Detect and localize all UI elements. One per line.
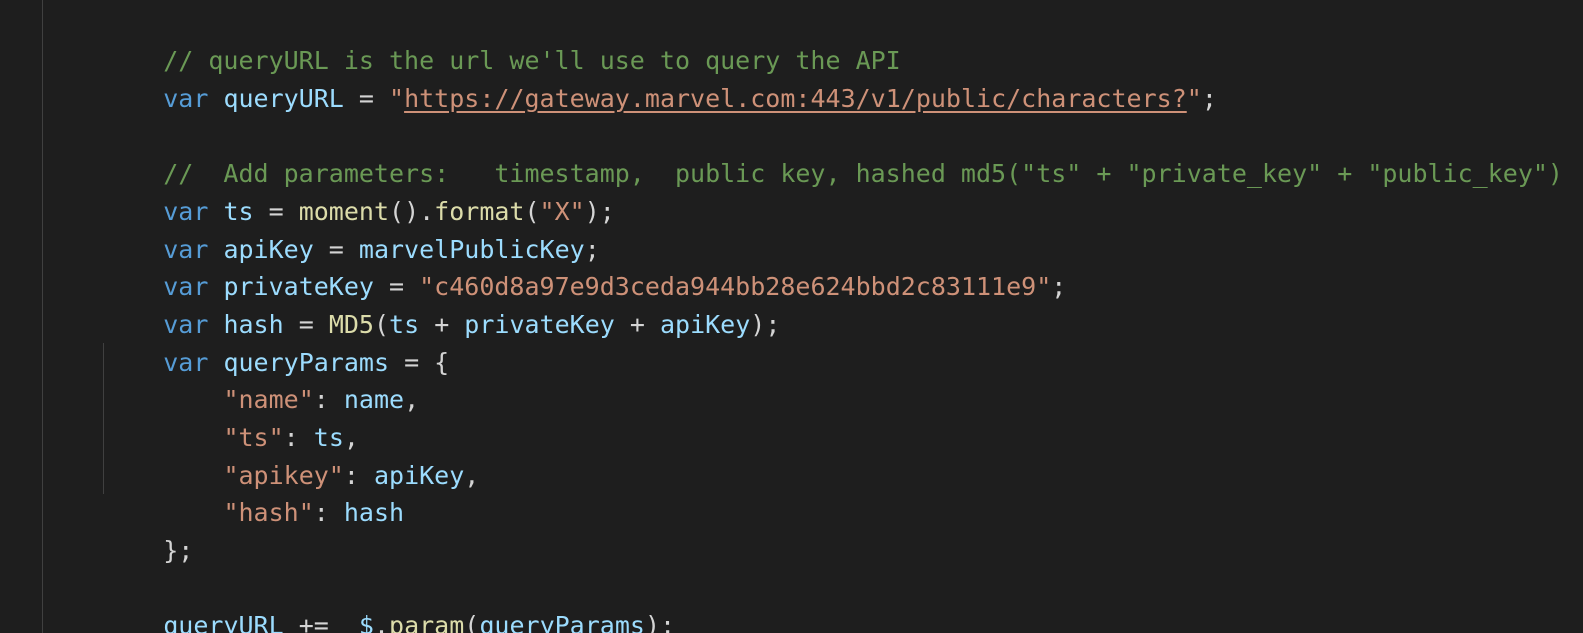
keyword-token: var: [163, 84, 209, 113]
code-line[interactable]: var privateKey = "c460d8a97e9d3ceda944bb…: [103, 230, 1066, 301]
variable-token: hash: [343, 498, 405, 527]
code-line[interactable]: var hash = MD5(ts + privateKey + apiKey)…: [103, 268, 780, 339]
punctuation-token: ,: [464, 461, 480, 490]
indent-guide: [42, 0, 43, 633]
code-line[interactable]: var queryURL = "https://gateway.marvel.c…: [103, 42, 1217, 113]
code-line[interactable]: "ts": ts,: [103, 381, 359, 452]
punctuation-token: {: [434, 348, 450, 377]
punctuation-token: );: [750, 310, 781, 339]
string-quote: ": [389, 84, 405, 113]
variable-token: queryParams: [479, 611, 645, 633]
variable-token: queryURL: [223, 84, 344, 113]
code-line[interactable]: var ts = moment().format("X");: [103, 155, 615, 226]
punctuation-token: ;: [1051, 272, 1067, 301]
code-line[interactable]: "hash": hash: [103, 456, 404, 527]
variable-token: apiKey: [659, 310, 751, 339]
code-line[interactable]: // queryURL is the url we'll use to quer…: [103, 4, 901, 75]
code-line[interactable]: };: [103, 494, 193, 565]
operator-token: =: [343, 84, 390, 113]
variable-token: queryURL: [163, 611, 284, 633]
code-line[interactable]: // Add parameters: timestamp, public key…: [103, 117, 1563, 188]
punctuation-token: .: [373, 611, 390, 633]
operator-token: +=: [283, 611, 359, 633]
code-line[interactable]: "name": name,: [103, 343, 419, 414]
code-line[interactable]: "apikey": apiKey,: [103, 419, 479, 490]
operator-token: +: [614, 310, 660, 339]
punctuation-token: );: [644, 611, 676, 633]
variable-token: privateKey: [464, 310, 615, 339]
function-token: param: [389, 611, 465, 633]
punctuation-token: (: [464, 611, 480, 633]
code-line[interactable]: var queryParams = {: [103, 306, 449, 377]
punctuation-token: ,: [404, 385, 420, 414]
code-line[interactable]: queryURL += $.param(queryParams);: [103, 569, 675, 633]
string-token: "hash": [223, 498, 314, 527]
code-editor[interactable]: // queryURL is the url we'll use to quer…: [0, 0, 1583, 633]
punctuation-token: };: [163, 536, 194, 565]
string-quote: ": [1186, 84, 1202, 113]
punctuation-token: :: [313, 498, 344, 527]
variable-token: $: [358, 611, 374, 633]
code-line[interactable]: var apiKey = marvelPublicKey;: [103, 193, 600, 264]
url-link[interactable]: https://gateway.marvel.com:443/v1/public…: [404, 84, 1187, 113]
punctuation-token: ;: [1201, 84, 1217, 113]
